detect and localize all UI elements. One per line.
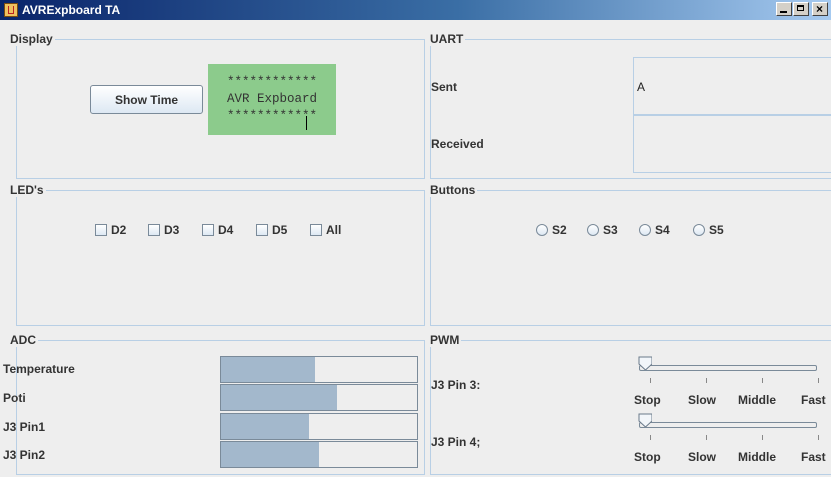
received-field[interactable] (633, 115, 831, 173)
adc-label-poti: Poti (3, 391, 26, 405)
radio-label: S4 (655, 223, 670, 237)
checkbox-box[interactable] (202, 224, 214, 236)
display-panel: Display Show Time ************ AVR Expbo… (8, 32, 425, 179)
slider-tick (650, 435, 651, 440)
adc-panel: ADC Temperature Poti J3 Pin1 J3 Pin2 (3, 333, 425, 475)
led-all-checkbox[interactable]: All (310, 223, 341, 237)
j3-pin2-bar (220, 441, 418, 468)
radio-label: S3 (603, 223, 618, 237)
checkbox-box[interactable] (256, 224, 268, 236)
tick-label-stop: Stop (634, 393, 661, 407)
led-d3-checkbox[interactable]: D3 (148, 223, 179, 237)
tick-label-slow: Slow (688, 393, 717, 407)
bar-fill (221, 385, 337, 410)
display-panel-title: Display (8, 32, 55, 46)
text-cursor (306, 116, 307, 130)
radio-circle[interactable] (693, 224, 705, 236)
buttons-panel: Buttons S2 S3 S4 S5 (428, 183, 831, 326)
sent-label: Sent (431, 80, 458, 94)
slider-track[interactable] (639, 422, 817, 428)
slider-tick (650, 378, 651, 383)
slider-tick (706, 378, 707, 383)
radio-circle[interactable] (639, 224, 651, 236)
poti-bar (220, 384, 418, 411)
adc-label-j3-pin2: J3 Pin2 (3, 448, 46, 462)
leds-panel-title: LED's (8, 183, 46, 197)
slider-thumb-icon[interactable] (638, 356, 652, 370)
checkbox-label: D2 (111, 223, 127, 237)
uart-panel: UART Sent A Received (428, 32, 831, 179)
close-button[interactable]: × (812, 2, 828, 16)
pwm-label-j3-pin3: J3 Pin 3: (431, 378, 481, 392)
pwm-panel: PWM J3 Pin 3: Stop Slow Middle Fast J3 P… (428, 333, 831, 475)
lcd-display: ************ AVR Expboard ************ (208, 64, 336, 135)
lcd-line-1: ************ (226, 75, 317, 89)
radio-circle[interactable] (587, 224, 599, 236)
adc-label-temperature: Temperature (3, 362, 75, 376)
j3-pin1-bar (220, 413, 418, 440)
checkbox-label: D5 (272, 223, 288, 237)
tick-label-fast: Fast (801, 450, 826, 464)
tick-label-middle: Middle (738, 393, 776, 407)
radio-label: S2 (552, 223, 567, 237)
checkbox-box[interactable] (148, 224, 160, 236)
s3-radio[interactable]: S3 (587, 223, 618, 237)
slider-tick (818, 378, 819, 383)
tick-label-slow: Slow (688, 450, 717, 464)
checkbox-box[interactable] (95, 224, 107, 236)
java-cup-icon (4, 3, 18, 17)
maximize-button[interactable] (793, 2, 809, 16)
temperature-bar (220, 356, 418, 383)
minimize-button[interactable] (776, 2, 792, 16)
led-d5-checkbox[interactable]: D5 (256, 223, 287, 237)
slider-tick (818, 435, 819, 440)
checkbox-label: D4 (218, 223, 234, 237)
bar-fill (221, 414, 310, 439)
pwm-panel-title: PWM (428, 333, 462, 347)
bar-fill (221, 442, 319, 467)
show-time-button[interactable]: Show Time (90, 85, 203, 114)
s2-radio[interactable]: S2 (536, 223, 567, 237)
bar-fill (221, 357, 316, 382)
slider-tick (762, 435, 763, 440)
uart-panel-title: UART (428, 32, 466, 46)
slider-thumb-icon[interactable] (638, 413, 652, 427)
led-d4-checkbox[interactable]: D4 (202, 223, 233, 237)
slider-tick (762, 378, 763, 383)
checkbox-label: D3 (164, 223, 180, 237)
title-bar[interactable]: AVRExpboard TA × (0, 0, 831, 20)
s5-radio[interactable]: S5 (693, 223, 724, 237)
checkbox-box[interactable] (310, 224, 322, 236)
checkbox-label: All (326, 223, 342, 237)
slider-tick (706, 435, 707, 440)
slider-track[interactable] (639, 365, 817, 371)
s4-radio[interactable]: S4 (639, 223, 670, 237)
buttons-panel-title: Buttons (428, 183, 478, 197)
adc-label-j3-pin1: J3 Pin1 (3, 420, 46, 434)
sent-field[interactable]: A (633, 57, 831, 115)
tick-label-middle: Middle (738, 450, 776, 464)
lcd-line-2: AVR Expboard (226, 92, 317, 106)
app-window: AVRExpboard TA × Display Show Time *****… (0, 0, 831, 477)
pwm-label-j3-pin4: J3 Pin 4; (431, 435, 481, 449)
tick-label-fast: Fast (801, 393, 826, 407)
close-icon: × (816, 2, 824, 16)
lcd-line-3: ************ (226, 109, 317, 123)
radio-circle[interactable] (536, 224, 548, 236)
leds-panel: LED's D2 D3 D4 D5 All (8, 183, 425, 326)
received-label: Received (431, 137, 484, 151)
tick-label-stop: Stop (634, 450, 661, 464)
window-title: AVRExpboard TA (22, 3, 121, 17)
adc-panel-title: ADC (8, 333, 38, 347)
led-d2-checkbox[interactable]: D2 (95, 223, 126, 237)
radio-label: S5 (709, 223, 724, 237)
